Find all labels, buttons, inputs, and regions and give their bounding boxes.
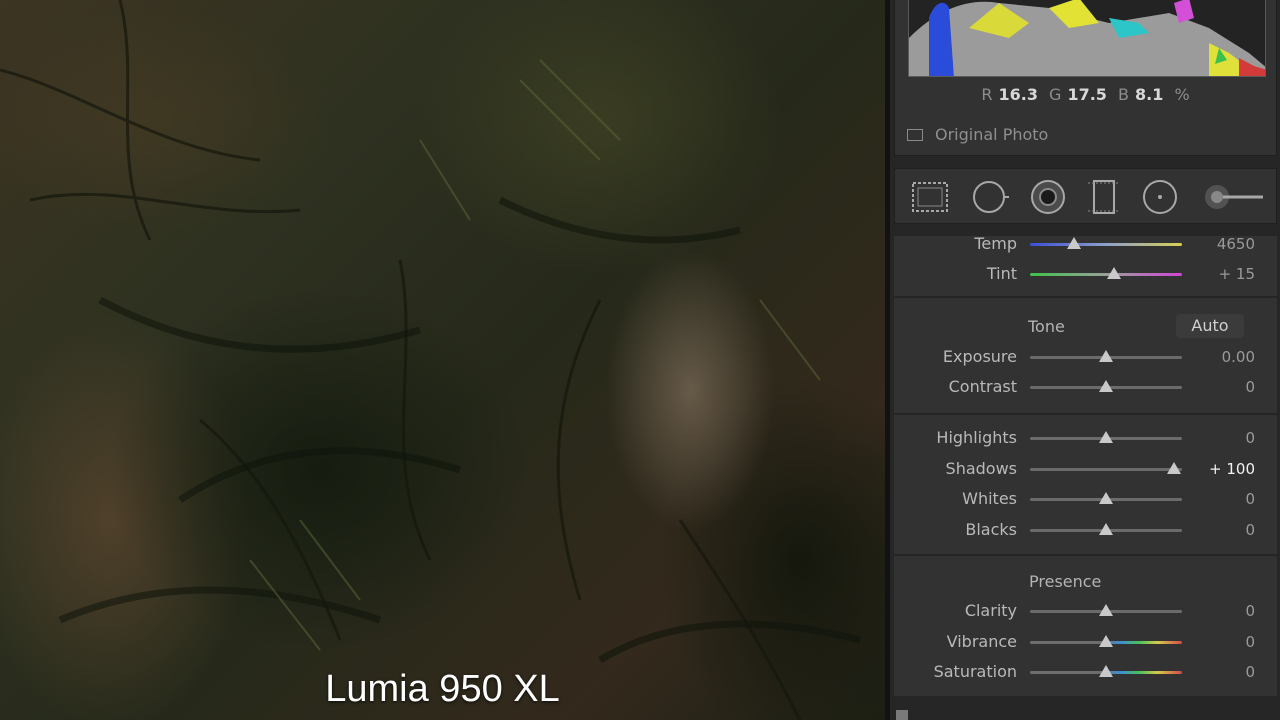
exposure-label: Exposure [942,347,1017,366]
whites-value[interactable]: 0 [1245,490,1255,508]
clarity-slider-thumb[interactable] [1099,604,1113,616]
section-divider [894,413,1277,415]
exposure-slider-thumb[interactable] [1099,350,1113,362]
blacks-label: Blacks [965,519,1017,539]
contrast-value[interactable]: 0 [1245,378,1255,396]
graduated-filter-icon[interactable] [1085,179,1123,215]
vibrance-slider-row: Vibrance 0 [894,628,1277,658]
blacks-value[interactable]: 0 [1245,521,1255,539]
crop-overlay-icon[interactable] [911,179,949,215]
r-value: 16.3 [998,85,1038,104]
spot-removal-icon[interactable] [971,179,1009,215]
tone-section-title: Tone [1028,317,1065,336]
section-divider [894,554,1277,556]
temp-slider[interactable] [1030,243,1182,246]
tint-label: Tint [986,264,1017,283]
radial-filter-icon[interactable] [1141,179,1179,215]
auto-tone-button[interactable]: Auto [1176,314,1244,338]
presence-section-title: Presence [1029,572,1102,591]
tint-value[interactable]: + 15 [1219,265,1255,283]
b-value: 8.1 [1135,85,1164,104]
whites-slider-thumb[interactable] [1099,492,1113,504]
photo-preview[interactable]: Lumia 950 XL [0,0,885,720]
clarity-label: Clarity [964,601,1017,620]
contrast-label: Contrast [948,377,1017,396]
blacks-slider-row: Blacks 0 [894,516,1277,546]
shadows-label: Shadows [945,458,1017,478]
highlights-slider-row: Highlights 0 [894,424,1277,454]
saturation-slider-row: Saturation 0 [894,658,1277,688]
vibrance-label: Vibrance [946,631,1017,651]
caption: Lumia 950 XL [325,668,560,710]
original-photo-label: Original Photo [935,125,1049,144]
exposure-slider-row: Exposure 0.00 [894,343,1277,373]
basic-panel: Temp 4650 Tint + 15 Tone Auto Exposure 0.00 Cont… [894,236,1277,720]
saturation-slider-thumb[interactable] [1099,665,1113,677]
histogram-graph [908,0,1266,77]
temp-slider-thumb[interactable] [1067,237,1082,249]
g-label: G [1049,85,1062,104]
temp-label: Temp [974,236,1017,253]
saturation-value[interactable]: 0 [1245,663,1255,681]
percent-unit: % [1174,85,1190,104]
original-photo-toggle[interactable]: Original Photo [907,125,1048,144]
contrast-slider-thumb[interactable] [1099,380,1113,392]
rgb-readout: R 16.3 G 17.5 B 8.1 % [895,85,1276,104]
vibrance-value[interactable]: 0 [1245,633,1255,651]
shadows-value[interactable]: + 100 [1209,460,1255,478]
clarity-slider-row: Clarity 0 [894,597,1277,627]
tint-slider-thumb[interactable] [1106,267,1121,279]
foliage-texture [0,0,861,720]
b-label: B [1118,85,1130,104]
panel-bottom-bar [890,698,1280,720]
histogram-panel: R 16.3 G 17.5 B 8.1 % Original Photo [894,0,1277,156]
whites-slider-row: Whites 0 [894,485,1277,515]
whites-label: Whites [962,489,1017,508]
panel-scroll-handle[interactable] [896,710,908,720]
saturation-label: Saturation [933,662,1017,681]
shadows-slider-thumb[interactable] [1167,461,1182,474]
r-label: R [981,85,993,104]
shadows-slider[interactable] [1030,467,1182,471]
section-divider [894,296,1277,298]
exposure-value[interactable]: 0.00 [1222,348,1255,366]
highlights-slider-thumb[interactable] [1099,431,1113,443]
vibrance-slider-thumb[interactable] [1099,634,1113,647]
g-value: 17.5 [1067,85,1107,104]
red-eye-icon[interactable] [1029,179,1067,215]
temp-slider-row: Temp 4650 [894,236,1277,260]
original-photo-checkbox[interactable] [907,128,923,141]
adjustment-brush-icon[interactable] [1201,179,1269,215]
tint-slider-row: Tint + 15 [894,260,1277,290]
contrast-slider-row: Contrast 0 [894,373,1277,403]
blacks-slider-thumb[interactable] [1099,522,1113,535]
shadows-slider-row: Shadows + 100 [894,455,1277,485]
highlights-value[interactable]: 0 [1245,429,1255,447]
develop-panel: R 16.3 G 17.5 B 8.1 % Original Photo Temp 4 [890,0,1280,720]
highlights-label: Highlights [936,428,1017,447]
clarity-value[interactable]: 0 [1245,602,1255,620]
temp-value[interactable]: 4650 [1217,236,1255,253]
tool-strip [894,168,1277,224]
